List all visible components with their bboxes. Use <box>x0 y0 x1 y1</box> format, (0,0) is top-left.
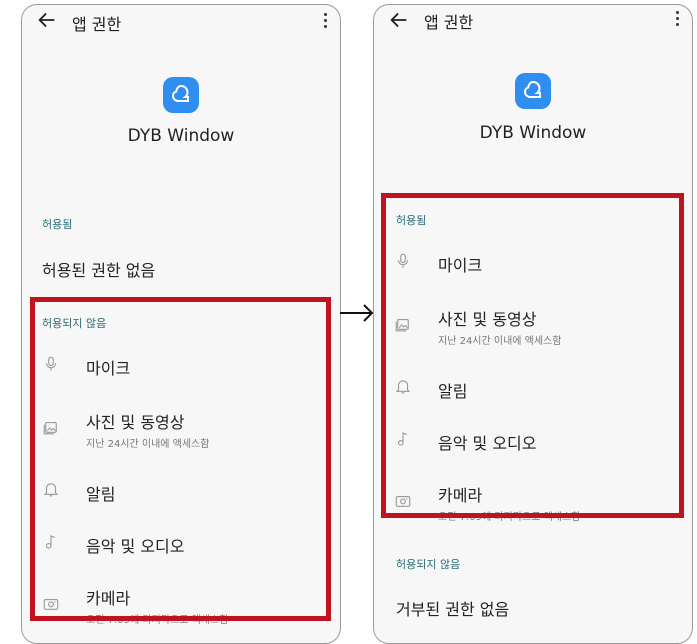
back-arrow-icon[interactable] <box>388 9 410 31</box>
page-title: 앱 권한 <box>424 13 474 32</box>
denied-section-label: 허용되지 않음 <box>396 558 461 571</box>
highlight-box-after <box>381 193 684 518</box>
more-options-icon[interactable] <box>674 11 680 29</box>
denied-empty-text: 거부된 권한 없음 <box>396 600 510 619</box>
app-name: DYB Window <box>479 123 587 143</box>
top-app-bar: 앱 권한 <box>22 5 340 39</box>
back-arrow-icon[interactable] <box>36 9 58 31</box>
top-app-bar: 앱 권한 <box>374 5 692 39</box>
page-title: 앱 권한 <box>72 15 122 34</box>
allowed-empty-text: 허용된 권한 없음 <box>42 261 156 280</box>
app-icon <box>163 77 199 113</box>
transition-arrow-icon <box>340 304 374 322</box>
app-name: DYB Window <box>127 126 235 146</box>
highlight-box-before <box>30 297 331 621</box>
app-icon <box>515 73 551 109</box>
more-options-icon[interactable] <box>322 13 328 31</box>
allowed-section-label: 허용됨 <box>42 218 73 231</box>
